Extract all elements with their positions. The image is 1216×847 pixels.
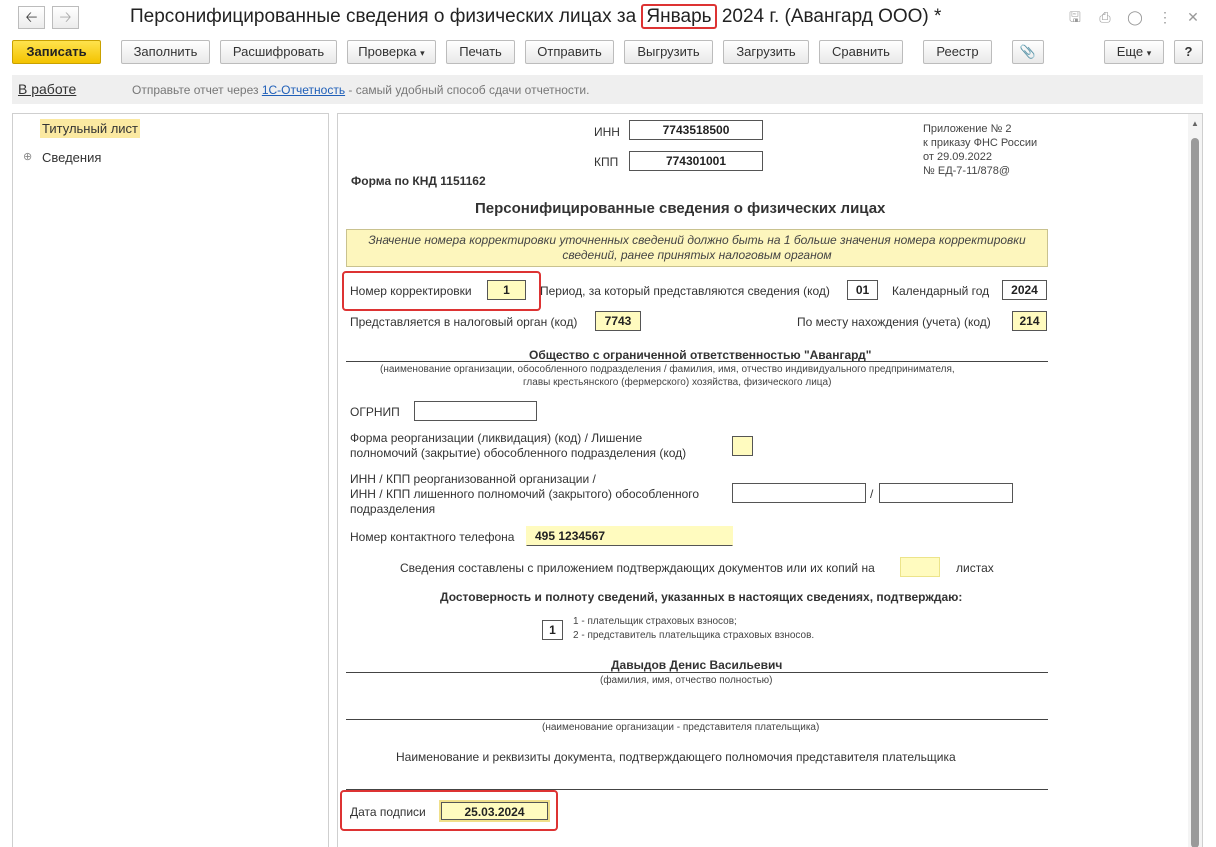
kpp-field[interactable]: 774301001 [629,151,763,171]
appendix-note: Приложение № 2 к приказу ФНС России от 2… [923,123,1038,177]
reorg-label-1: Форма реорганизации (ликвидация) (код) /… [350,431,643,445]
date-label: Дата подписи [350,805,426,819]
reorg-inn-label-1: ИНН / КПП реорганизованной организации / [350,472,596,486]
write-button[interactable]: Записать [12,40,101,64]
org-name-hint-1: (наименование организации, обособленного… [380,364,955,375]
decode-button[interactable]: Расшифровать [220,40,337,64]
title-month-highlight: Январь [641,4,717,29]
confirm-heading: Достоверность и полноту сведений, указан… [440,590,963,604]
inn-field[interactable]: 7743518500 [629,120,763,140]
location-field[interactable]: 214 [1012,311,1047,331]
info-bar: В работе Отправьте отчет через 1С-Отчетн… [12,75,1203,104]
org-name[interactable]: Общество с ограниченной ответственностью… [529,348,871,362]
reorg-label-2: полномочий (закрытие) обособленного подр… [350,446,687,460]
more-button[interactable]: Еще ▾ [1104,40,1164,64]
arrow-right-icon: 🡢 [59,9,72,26]
info-message: Отправьте отчет через 1С-Отчетность - са… [132,83,590,97]
period-label: Период, за который представляются сведен… [540,284,830,298]
scroll-up-icon[interactable]: ▲ [1191,120,1199,128]
signer-line [346,672,1048,673]
tree-item-details[interactable]: Сведения [42,150,101,165]
sections-tree: Титульный лист ⊕ Сведения [12,113,329,847]
signer-hint: (фамилия, имя, отчество полностью) [600,675,773,686]
dropdown-arrow-icon: ▾ [1146,48,1152,58]
reorg-kpp-field[interactable] [879,483,1013,503]
confirm-option-1: 1 - плательщик страховых взносов; [573,616,737,627]
dropdown-arrow-icon: ▾ [420,48,425,58]
rep-org-line [346,719,1048,720]
attach-sheets-field[interactable] [900,557,940,577]
attach-suffix: листах [956,561,994,575]
correction-label: Номер корректировки [350,284,472,298]
arrow-left-icon: 🡠 [25,9,38,26]
kpp-label: КПП [594,155,619,169]
phone-field[interactable]: 495 1234567 [526,526,733,546]
forward-button[interactable]: 🡢 [52,6,79,29]
signer-name[interactable]: Давыдов Денис Васильевич [611,658,782,672]
knd-label: Форма по КНД 1151162 [351,174,486,188]
window-title: Персонифицированные сведения о физически… [130,4,942,29]
fill-button[interactable]: Заполнить [121,40,210,64]
org-name-hint-2: главы крестьянского (фермерского) хозяйс… [523,377,832,388]
attach-button[interactable]: 📎 [1012,40,1044,64]
period-field[interactable]: 01 [847,280,878,300]
report-form: ▲ ИНН 7743518500 КПП 774301001 Приложени… [337,113,1203,847]
date-field[interactable]: 25.03.2024 [439,800,550,822]
reporting-link[interactable]: 1С-Отчетность [262,83,345,97]
ogrnip-label: ОГРНИП [350,405,400,419]
print-icon[interactable]: ⎙ [1096,8,1114,26]
print-button[interactable]: Печать [446,40,515,64]
scrollbar[interactable]: ▲ [1188,114,1202,847]
correction-notice: Значение номера корректировки уточненных… [346,229,1048,267]
reorg-inn-field[interactable] [732,483,866,503]
reorg-inn-label-3: подразделения [350,502,436,516]
slash-separator: / [870,487,874,501]
location-label: По месту нахождения (учета) (код) [797,315,991,329]
preview-icon[interactable]: ◯ [1126,8,1144,26]
back-button[interactable]: 🡠 [18,6,45,29]
doc-label: Наименование и реквизиты документа, подт… [396,750,956,764]
attach-label: Сведения составлены с приложением подтве… [400,561,875,575]
confirm-code-field[interactable]: 1 [542,620,563,640]
phone-label: Номер контактного телефона [350,530,515,544]
tax-org-field[interactable]: 7743 [595,311,641,331]
paperclip-icon: 📎 [1019,44,1037,59]
year-label: Календарный год [892,284,990,298]
help-button[interactable]: ? [1174,40,1203,64]
scroll-thumb[interactable] [1191,138,1199,847]
ogrnip-field[interactable] [414,401,537,421]
correction-field[interactable]: 1 [487,280,526,300]
tree-item-title-page[interactable]: Титульный лист [40,119,141,138]
check-button[interactable]: Проверка ▾ [347,40,436,64]
confirm-option-2: 2 - представитель плательщика страховых … [573,630,815,641]
form-heading: Персонифицированные сведения о физически… [475,200,886,217]
status-link[interactable]: В работе [18,81,76,97]
menu-icon[interactable]: ⋮ [1156,8,1174,26]
close-icon[interactable]: ✕ [1184,8,1202,26]
load-button[interactable]: Загрузить [723,40,809,64]
reorg-form-field[interactable] [732,436,753,456]
upload-button[interactable]: Выгрузить [624,40,713,64]
save-icon[interactable]: 🖫 [1066,8,1084,26]
compare-button[interactable]: Сравнить [819,40,903,64]
reorg-inn-label-2: ИНН / КПП лишенного полномочий (закрытог… [350,487,700,501]
registry-button[interactable]: Реестр [923,40,992,64]
rep-org-hint: (наименование организации - представител… [542,722,820,733]
inn-label: ИНН [594,125,620,139]
org-name-line [346,361,1048,362]
expand-icon[interactable]: ⊕ [23,150,32,163]
year-field[interactable]: 2024 [1002,280,1047,300]
send-button[interactable]: Отправить [525,40,614,64]
tax-org-label: Представляется в налоговый орган (код) [350,315,578,329]
